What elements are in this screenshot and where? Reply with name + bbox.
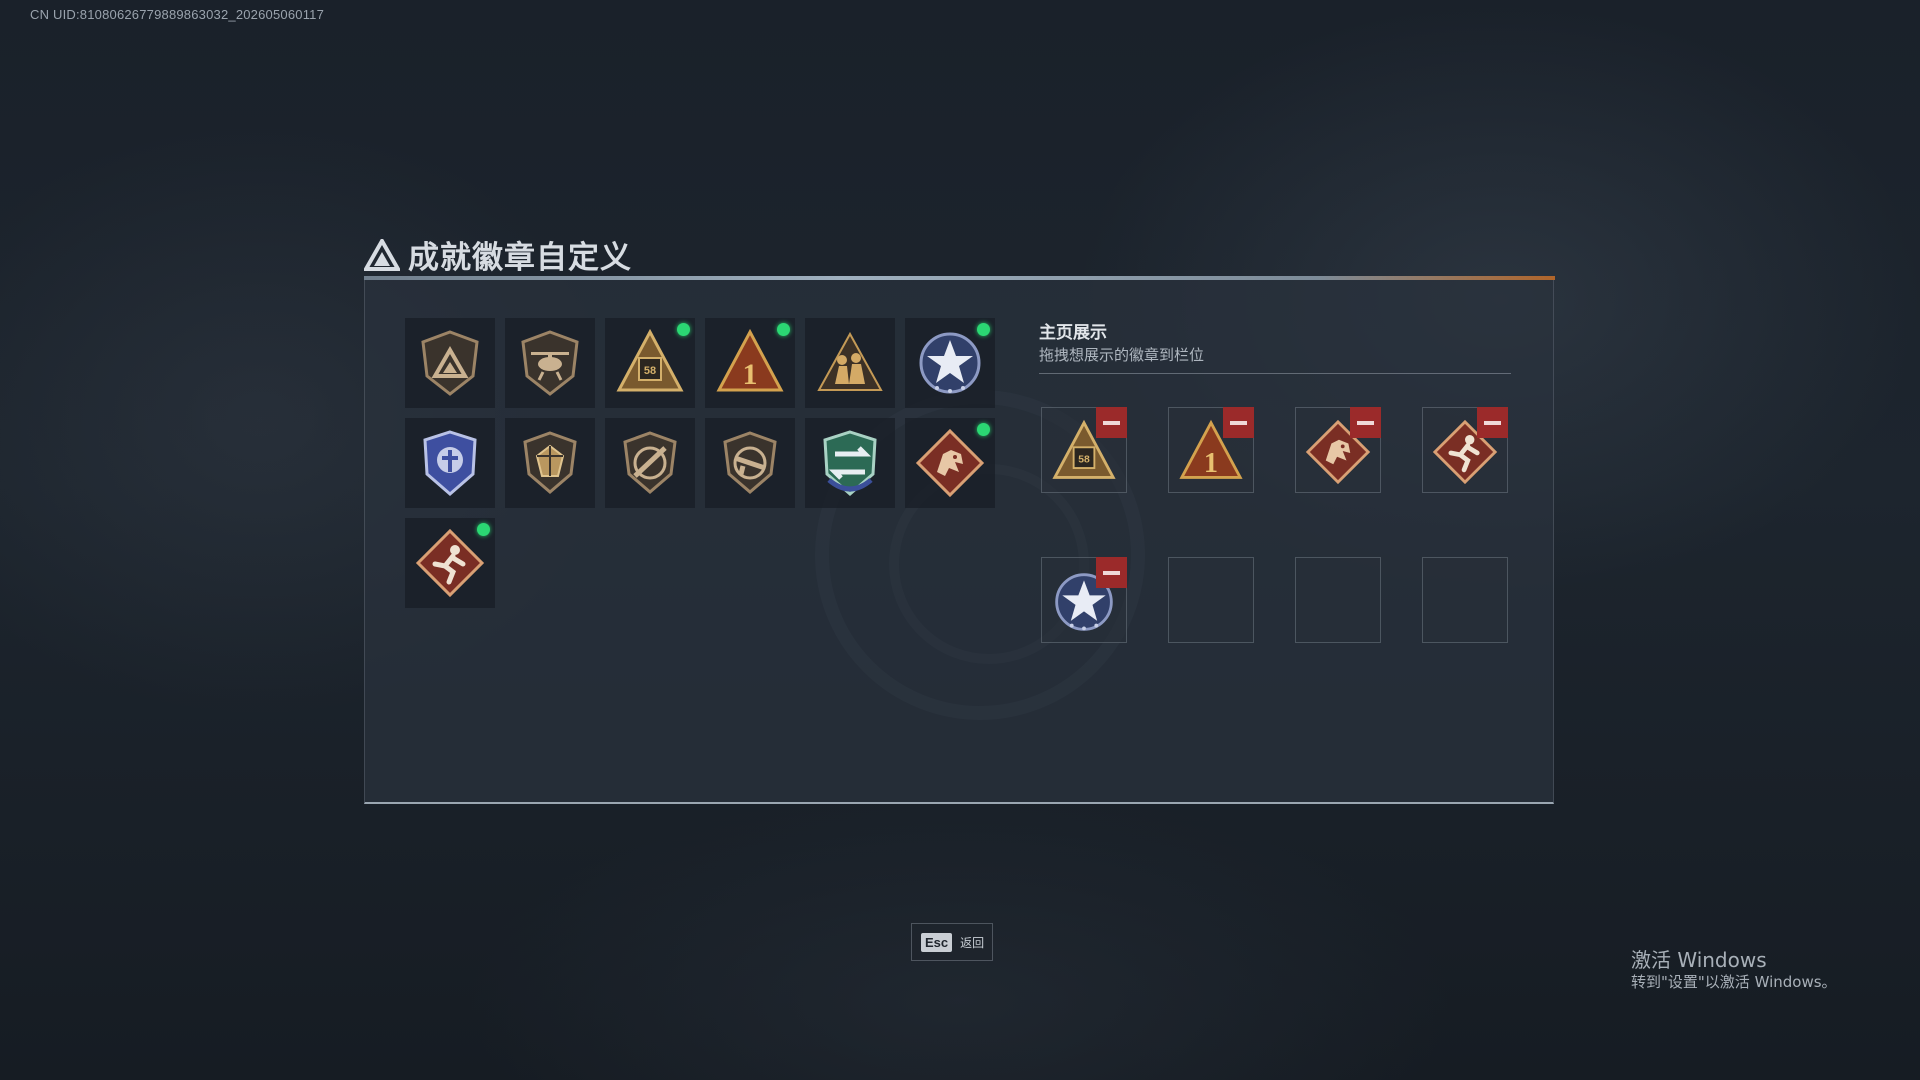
showcase-divider (1039, 373, 1511, 374)
owned-badge-1[interactable] (405, 318, 495, 408)
minus-icon (1484, 420, 1501, 425)
activation-watermark-title: 激活 Windows (1631, 948, 1767, 972)
page-header: 成就徽章自定义 (364, 232, 632, 277)
star-globe-badge-icon (919, 332, 981, 394)
delta-logo-icon (364, 238, 400, 271)
svg-text:58: 58 (1078, 454, 1090, 465)
showcase-slot-5[interactable] (1041, 557, 1127, 643)
arrows-green-shield-badge-icon (823, 430, 877, 496)
badge-customization-panel: 58 1 主页展示 拖拽想展示的徽章到栏位 58 1 (364, 280, 1554, 804)
crossed-rifle-shield-badge-icon (623, 431, 677, 494)
owned-badge-12[interactable] (905, 418, 995, 508)
showcase-title: 主页展示 (1039, 323, 1107, 343)
remove-badge-button[interactable] (1477, 407, 1508, 438)
back-label: 返回 (960, 935, 985, 950)
minus-icon (1103, 570, 1120, 575)
remove-badge-button[interactable] (1096, 557, 1127, 588)
svg-text:58: 58 (644, 365, 656, 377)
number-one-triangle-badge-icon: 1 (716, 328, 784, 392)
showcase-slot-4[interactable] (1422, 407, 1508, 493)
selected-indicator-dot (477, 523, 490, 536)
owned-badge-11[interactable] (805, 418, 895, 508)
owned-badge-2[interactable] (505, 318, 595, 408)
showcase-subtitle: 拖拽想展示的徽章到栏位 (1039, 346, 1205, 364)
selected-indicator-dot (677, 323, 690, 336)
remove-badge-button[interactable] (1096, 407, 1127, 438)
owned-badge-7[interactable] (405, 418, 495, 508)
owned-badge-4[interactable]: 1 (705, 318, 795, 408)
showcase-slot-6[interactable] (1168, 557, 1254, 643)
triangle-shield-badge-icon (421, 330, 479, 396)
showcase-slot-2[interactable]: 1 (1168, 407, 1254, 493)
minus-icon (1103, 420, 1120, 425)
showcase-slot-3[interactable] (1295, 407, 1381, 493)
vehicle-triangle-badge-icon: 58 (616, 328, 684, 392)
dragon-diamond-badge-icon (915, 428, 985, 498)
selected-indicator-dot (977, 423, 990, 436)
blue-eagle-shield-badge-icon (423, 430, 477, 496)
selected-indicator-dot (977, 323, 990, 336)
remove-badge-button[interactable] (1223, 407, 1254, 438)
soldiers-triangle-badge-icon (817, 331, 883, 391)
showcase-slot-7[interactable] (1295, 557, 1381, 643)
owned-badge-6[interactable] (905, 318, 995, 408)
selected-indicator-dot (777, 323, 790, 336)
helicopter-shield-badge-icon (521, 330, 579, 396)
showcase-slot-8[interactable] (1422, 557, 1508, 643)
rifle-shield-badge-icon (723, 431, 777, 494)
svg-text:1: 1 (743, 358, 758, 391)
owned-badge-3[interactable]: 58 (605, 318, 695, 408)
minus-icon (1230, 420, 1247, 425)
activation-watermark-text: 转到"设置"以激活 Windows。 (1631, 973, 1837, 991)
minus-icon (1357, 420, 1374, 425)
owned-badge-10[interactable] (705, 418, 795, 508)
remove-badge-button[interactable] (1350, 407, 1381, 438)
svg-text:1: 1 (1204, 448, 1218, 479)
runner-diamond-badge-icon (415, 528, 485, 598)
owned-badge-8[interactable] (505, 418, 595, 508)
owned-badge-13[interactable] (405, 518, 495, 608)
uid-label: CN UID:8108062677988986303​2_20260506011… (30, 7, 325, 22)
showcase-slot-1[interactable]: 58 (1041, 407, 1127, 493)
owned-badge-5[interactable] (805, 318, 895, 408)
gem-shield-badge-icon (523, 431, 577, 494)
back-button[interactable]: Esc 返回 (911, 923, 993, 961)
page-title: 成就徽章自定义 (408, 240, 632, 276)
owned-badge-9[interactable] (605, 418, 695, 508)
esc-key: Esc (921, 932, 953, 952)
